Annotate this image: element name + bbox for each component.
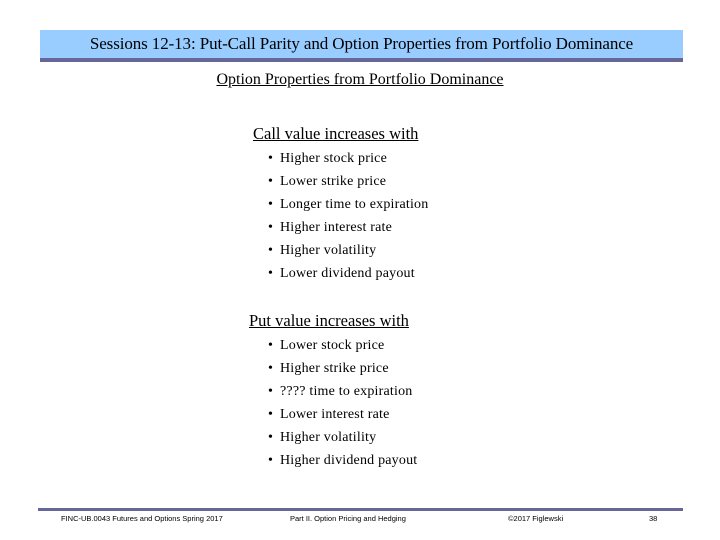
bullet-icon: •: [268, 196, 274, 212]
list-item: • Higher interest rate: [268, 216, 428, 239]
list-item-text: Lower strike price: [280, 173, 387, 189]
bullet-icon: •: [268, 242, 274, 258]
bullet-icon: •: [268, 150, 274, 166]
list-item-text: Lower interest rate: [280, 406, 390, 422]
list-item-text: Lower dividend payout: [280, 265, 415, 281]
bullet-icon: •: [268, 452, 274, 468]
bullet-icon: •: [268, 265, 274, 281]
slide-header-title: Sessions 12-13: Put-Call Parity and Opti…: [89, 34, 634, 53]
list-item: • Lower interest rate: [268, 403, 417, 426]
list-item: • Higher stock price: [268, 147, 428, 170]
call-section-heading: Call value increases with: [253, 124, 419, 143]
list-item-text: Higher strike price: [280, 360, 389, 376]
list-item: • Lower stock price: [268, 334, 417, 357]
list-item: • ???? time to expiration: [268, 380, 417, 403]
bullet-icon: •: [268, 429, 274, 445]
list-item: • Higher volatility: [268, 426, 417, 449]
list-item: • Higher volatility: [268, 239, 428, 262]
list-item-text: Higher volatility: [280, 242, 377, 258]
list-item-text: Higher dividend payout: [280, 452, 418, 468]
call-bullet-list: • Higher stock price • Lower strike price …: [268, 147, 428, 285]
footer-copyright: ©2017 Figlewski: [508, 514, 564, 523]
footer-page-number: 38: [649, 514, 658, 523]
list-item: • Higher dividend payout: [268, 449, 417, 472]
bullet-icon: •: [268, 383, 274, 399]
list-item-text: ???? time to expiration: [280, 383, 413, 399]
list-item-text: Lower stock price: [280, 337, 385, 353]
footer-course: FINC-UB.0043 Futures and Options Spring …: [61, 514, 223, 523]
list-item-text: Higher stock price: [280, 150, 388, 166]
slide-subtitle: Option Properties from Portfolio Dominan…: [216, 71, 504, 88]
bullet-icon: •: [268, 360, 274, 376]
footer-part: Part II. Option Pricing and Hedging: [290, 514, 406, 523]
list-item-text: Longer time to expiration: [280, 196, 429, 212]
bullet-icon: •: [268, 406, 274, 422]
list-item: • Lower strike price: [268, 170, 428, 193]
bullet-icon: •: [268, 173, 274, 189]
put-section-heading: Put value increases with: [249, 311, 409, 330]
header-divider: [40, 58, 683, 62]
bullet-icon: •: [268, 337, 274, 353]
put-bullet-list: • Lower stock price • Higher strike price …: [268, 334, 417, 472]
list-item: • Lower dividend payout: [268, 262, 428, 285]
list-item-text: Higher interest rate: [280, 219, 393, 235]
list-item-text: Higher volatility: [280, 429, 377, 445]
list-item: • Longer time to expiration: [268, 193, 428, 216]
header-band: Sessions 12-13: Put-Call Parity and Opti…: [40, 30, 683, 58]
footer-divider: [38, 508, 683, 511]
list-item: • Higher strike price: [268, 357, 417, 380]
bullet-icon: •: [268, 219, 274, 235]
